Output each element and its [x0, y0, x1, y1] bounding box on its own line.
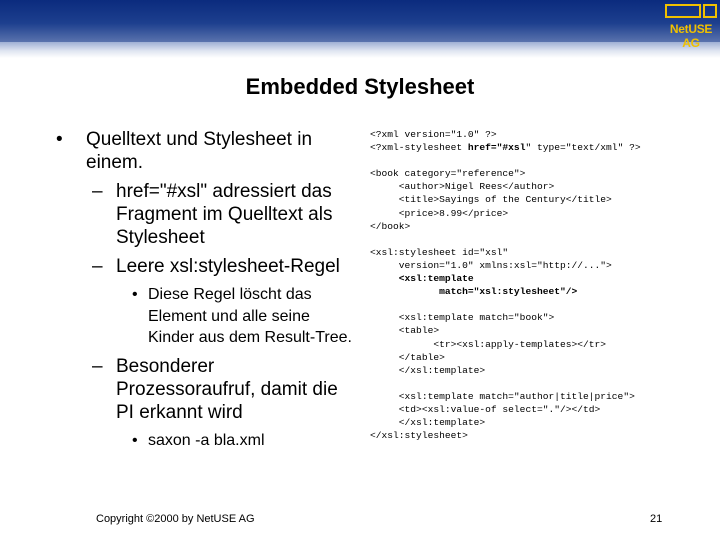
page-number: 21	[650, 513, 663, 525]
code-line: <xsl:template	[370, 272, 710, 285]
code-text: <table>	[370, 325, 440, 337]
code-text: <tr><xsl:apply-templates></tr>	[370, 338, 607, 350]
code-text: <book category="reference">	[370, 168, 526, 180]
code-line: <xsl:stylesheet id="xsl"	[370, 246, 710, 259]
code-text: <xsl:template match="book">	[370, 312, 555, 324]
code-listing: <?xml version="1.0" ?> <?xml-stylesheet h…	[370, 128, 710, 442]
code-text: <price>8.99</price>	[370, 207, 509, 219]
bullet-marker: •	[132, 431, 138, 449]
code-highlight: <xsl:template	[398, 273, 474, 285]
code-line: <author>Nigel Rees</author>	[370, 180, 710, 193]
code-text: </xsl:stylesheet>	[370, 430, 468, 442]
bullet-item: – Besonderer Prozessoraufruf, damit die …	[56, 355, 356, 424]
code-text: " type="text/xml" ?>	[525, 142, 641, 154]
code-line: </book>	[370, 220, 710, 233]
code-line: <td><xsl:value-of select="."/></td>	[370, 403, 710, 416]
header-bar	[0, 0, 720, 42]
code-text: <xsl:template match="author|title|price"…	[370, 390, 635, 402]
bullet-text: saxon -a bla.xml	[148, 431, 265, 449]
dash-marker: –	[92, 256, 103, 277]
header-fade	[0, 42, 720, 58]
logo-box-large	[665, 4, 701, 18]
code-line: <tr><xsl:apply-templates></tr>	[370, 338, 710, 351]
code-highlight: match="xsl:stylesheet"/>	[439, 286, 578, 298]
code-highlight: href="#xsl	[467, 142, 526, 154]
bullet-item: • Diese Regel löscht das Element und all…	[56, 284, 356, 349]
code-text: </xsl:template>	[370, 417, 486, 429]
code-text: <td><xsl:value-of select="."/></td>	[370, 403, 601, 415]
code-line: <?xml version="1.0" ?>	[370, 128, 710, 141]
code-line: <price>8.99</price>	[370, 207, 710, 220]
bullet-text: Quelltext und Stylesheet in einem.	[86, 129, 313, 173]
bullet-item: • saxon -a bla.xml	[56, 430, 356, 452]
bullet-item: – href="#xsl" adressiert das Fragment im…	[56, 180, 356, 249]
netuse-logo: NetUSE AG	[662, 4, 718, 50]
bullet-text: href="#xsl" adressiert das Fragment im Q…	[116, 181, 333, 248]
code-line: version="1.0" xmlns:xsl="http://...">	[370, 259, 710, 272]
code-text: <title>Sayings of the Century</title>	[370, 194, 612, 206]
footer-copyright: Copyright ©2000 by NetUSE AG	[96, 513, 255, 525]
code-text: </table>	[370, 351, 445, 363]
bullet-marker: •	[132, 286, 138, 303]
bullet-marker: •	[56, 129, 63, 150]
bullet-item: • Quelltext und Stylesheet in einem.	[56, 128, 356, 174]
slide-title: Embedded Stylesheet	[245, 74, 475, 99]
code-line: <?xml-stylesheet href="#xsl" type="text/…	[370, 141, 710, 154]
bullet-list: • Quelltext und Stylesheet in einem. – h…	[56, 128, 356, 451]
code-text: <author>Nigel Rees</author>	[370, 181, 555, 193]
code-line: </table>	[370, 351, 710, 364]
code-line: <xsl:template match="author|title|price"…	[370, 390, 710, 403]
bullet-text: Besonderer Prozessoraufruf, damit die PI…	[116, 355, 338, 423]
bullet-text: Diese Regel löscht das Element und alle …	[148, 286, 352, 346]
code-line: </xsl:stylesheet>	[370, 429, 710, 442]
code-text: <?xml version="1.0" ?>	[370, 129, 497, 140]
code-line: </xsl:template>	[370, 416, 710, 429]
dash-marker: –	[92, 355, 103, 377]
code-text: </xsl:template>	[370, 364, 486, 376]
code-line: <table>	[370, 324, 710, 337]
logo-box-small	[703, 4, 717, 18]
code-line: <book category="reference">	[370, 167, 710, 180]
code-line: match="xsl:stylesheet"/>	[370, 285, 710, 298]
code-line: <xsl:template match="book">	[370, 311, 710, 324]
logo-text: NetUSE AG	[669, 22, 713, 50]
code-line: <title>Sayings of the Century</title>	[370, 193, 710, 206]
bullet-item: – Leere xsl:stylesheet-Regel	[56, 255, 356, 278]
code-text: version="1.0" xmlns:xsl="http://...">	[370, 259, 612, 271]
code-line: </xsl:template>	[370, 364, 710, 377]
code-text: <xsl:stylesheet id="xsl"	[370, 246, 509, 258]
code-text: <?xml-stylesheet	[370, 142, 468, 154]
code-text: </book>	[370, 220, 411, 232]
dash-marker: –	[92, 181, 103, 202]
bullet-text: Leere xsl:stylesheet-Regel	[116, 256, 340, 277]
